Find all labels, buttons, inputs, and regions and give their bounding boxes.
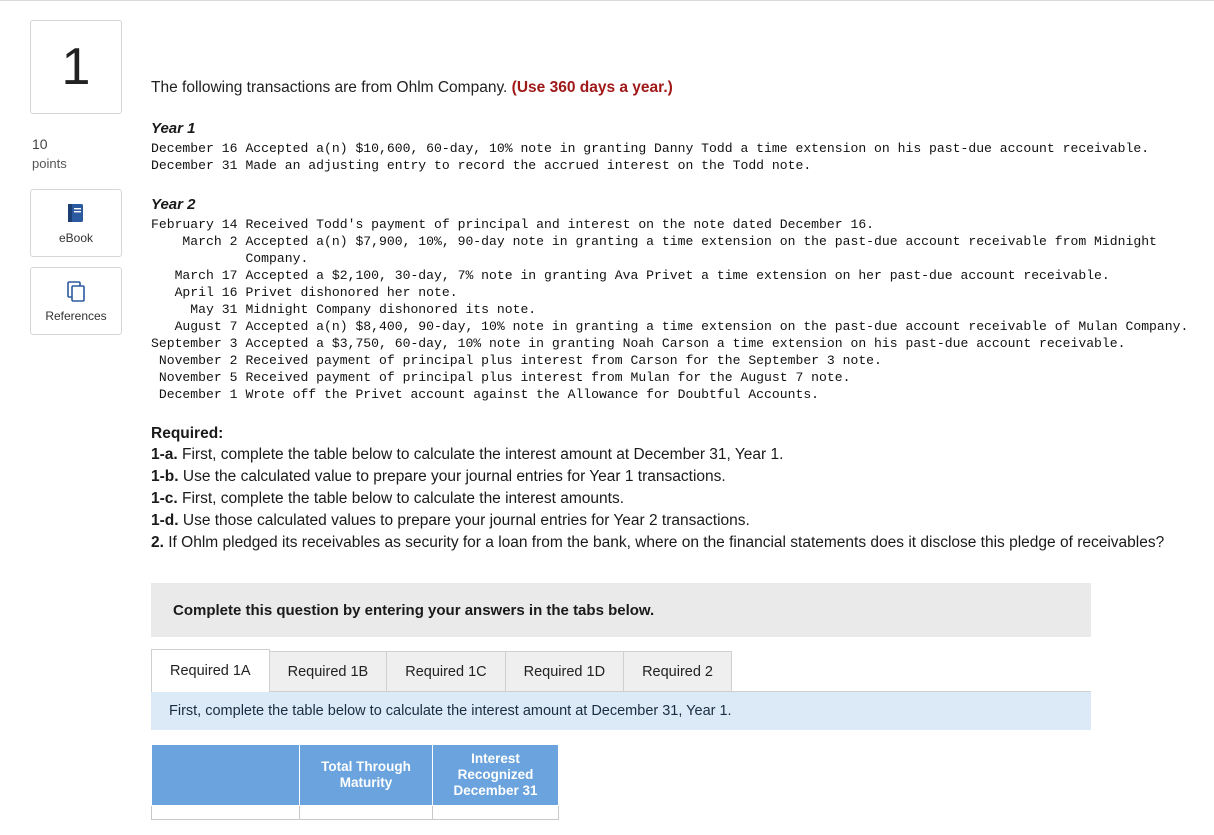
transaction-date: March 2 xyxy=(182,234,238,250)
instruction-bar: Complete this question by entering your … xyxy=(151,583,1091,638)
required-item-text: First, complete the table below to calcu… xyxy=(177,490,625,508)
transaction-desc: Received payment of principal plus inter… xyxy=(245,353,882,369)
transaction-desc: Received payment of principal plus inter… xyxy=(245,370,851,386)
transaction-date: February 14 xyxy=(151,217,238,233)
transaction-desc: Made an adjusting entry to record the ac… xyxy=(245,158,812,174)
question-rail: 1 10 points eBook References xyxy=(30,20,122,335)
points-value: 10 xyxy=(32,136,48,152)
transaction-date: September 3 xyxy=(151,336,238,352)
question-number: 1 xyxy=(61,38,91,96)
transaction-date: November 2 xyxy=(158,353,238,369)
tab-required-1a[interactable]: Required 1A xyxy=(151,649,270,693)
required-item-text: Use those calculated values to prepare y… xyxy=(178,512,750,530)
required-item-label: 1-c. xyxy=(151,490,178,508)
intro-text: The following transactions are from Ohlm… xyxy=(151,79,512,96)
tab-required-2[interactable]: Required 2 xyxy=(623,651,732,692)
transaction-desc: Privet dishonored her note. xyxy=(245,285,458,301)
points-label: points xyxy=(32,156,67,171)
col-header-total-through-maturity: Total Through Maturity xyxy=(299,744,433,807)
transaction-date: May 31 xyxy=(190,302,238,318)
cell-row-label[interactable] xyxy=(151,805,300,821)
required-item: 1-b. Use the calculated value to prepare… xyxy=(151,467,1191,487)
table-row: December 16 Accepted a(n) $10,600, 60-da… xyxy=(151,140,1149,157)
references-button[interactable]: References xyxy=(30,267,122,335)
table-row: December 31 Made an adjusting entry to r… xyxy=(151,157,1149,174)
transaction-desc: Wrote off the Privet account against the… xyxy=(245,387,820,403)
required-item-label: 1-b. xyxy=(151,468,179,486)
required-item-label: 2. xyxy=(151,534,164,552)
year1-heading: Year 1 xyxy=(151,120,196,138)
required-title: Required: xyxy=(151,425,224,443)
col-header-blank xyxy=(151,744,300,807)
table-row xyxy=(151,805,559,821)
required-item-text: Use the calculated value to prepare your… xyxy=(178,468,726,486)
tab-bar: Required 1A Required 1B Required 1C Requ… xyxy=(151,649,1091,693)
required-item: 1-d. Use those calculated values to prep… xyxy=(151,511,1191,531)
transaction-date: December 1 xyxy=(158,387,238,403)
transaction-desc: Accepted a $2,100, 30-day, 7% note in gr… xyxy=(245,268,1110,284)
book-icon xyxy=(65,202,87,224)
transaction-date: November 5 xyxy=(158,370,238,386)
question-number-box: 1 xyxy=(30,20,122,114)
transaction-desc: Accepted a(n) $10,600, 60-day, 10% note … xyxy=(245,141,1150,157)
transaction-desc: Accepted a(n) $7,900, 10%, 90-day note i… xyxy=(245,234,1165,267)
table-row: September 3 Accepted a $3,750, 60-day, 1… xyxy=(151,335,1191,352)
required-item-text: If Ohlm pledged its receivables as secur… xyxy=(163,534,1165,552)
tab-required-1c[interactable]: Required 1C xyxy=(386,651,506,692)
tab-note-text: First, complete the table below to calcu… xyxy=(169,703,732,720)
transaction-date: August 7 xyxy=(174,319,238,335)
year1-transactions: December 16 Accepted a(n) $10,600, 60-da… xyxy=(151,140,1149,174)
required-item-text: First, complete the table below to calcu… xyxy=(177,446,784,464)
required-item-label: 1-d. xyxy=(151,512,179,530)
table-row: March 2 Accepted a(n) $7,900, 10%, 90-da… xyxy=(151,233,1191,267)
transaction-desc: Received Todd's payment of principal and… xyxy=(245,217,875,233)
required-item: 1-c. First, complete the table below to … xyxy=(151,489,1191,509)
references-label: References xyxy=(45,308,107,323)
table-row: December 1 Wrote off the Privet account … xyxy=(151,386,1191,403)
table-row: November 5 Received payment of principal… xyxy=(151,369,1191,386)
table-row: February 14 Received Todd's payment of p… xyxy=(151,216,1191,233)
table-row: May 31 Midnight Company dishonored its n… xyxy=(151,301,1191,318)
table-row: April 16 Privet dishonored her note. xyxy=(151,284,1191,301)
table-row: March 17 Accepted a $2,100, 30-day, 7% n… xyxy=(151,267,1191,284)
tab-required-1b[interactable]: Required 1B xyxy=(268,651,388,692)
required-item: 1-a. First, complete the table below to … xyxy=(151,445,1191,465)
ebook-button[interactable]: eBook xyxy=(30,189,122,257)
transaction-desc: Midnight Company dishonored its note. xyxy=(245,302,537,318)
answer-table: Total Through Maturity Interest Recogniz… xyxy=(151,744,559,821)
instruction-bar-text: Complete this question by entering your … xyxy=(173,601,655,619)
year2-transactions: February 14 Received Todd's payment of p… xyxy=(151,216,1191,403)
cell-interest-recognized[interactable] xyxy=(432,805,559,821)
transaction-desc: Accepted a $3,750, 60-day, 10% note in g… xyxy=(245,336,1126,352)
ebook-label: eBook xyxy=(58,230,94,245)
transaction-desc: Accepted a(n) $8,400, 90-day, 10% note i… xyxy=(245,319,1189,335)
transaction-date: April 16 xyxy=(174,285,238,301)
transaction-date: March 17 xyxy=(174,268,238,284)
cell-total-through-maturity[interactable] xyxy=(299,805,433,821)
tab-required-1d[interactable]: Required 1D xyxy=(504,651,625,692)
transaction-date: December 16 xyxy=(151,141,238,157)
copy-icon xyxy=(65,280,87,302)
top-divider xyxy=(0,0,1214,1)
answer-table-wrap: Total Through Maturity Interest Recogniz… xyxy=(151,744,1191,821)
table-row: August 7 Accepted a(n) $8,400, 90-day, 1… xyxy=(151,318,1191,335)
intro-paragraph: The following transactions are from Ohlm… xyxy=(151,78,1191,98)
intro-emphasis: (Use 360 days a year.) xyxy=(511,79,673,96)
transaction-date: December 31 xyxy=(151,158,238,174)
col-header-interest-recognized: Interest Recognized December 31 xyxy=(432,744,559,807)
table-header-row: Total Through Maturity Interest Recogniz… xyxy=(151,744,559,807)
required-item: 2. If Ohlm pledged its receivables as se… xyxy=(151,533,1191,553)
tab-note: First, complete the table below to calcu… xyxy=(151,692,1091,731)
table-row: November 2 Received payment of principal… xyxy=(151,352,1191,369)
year2-heading: Year 2 xyxy=(151,196,196,214)
question-content: The following transactions are from Ohlm… xyxy=(151,78,1191,821)
required-item-label: 1-a. xyxy=(151,446,178,464)
